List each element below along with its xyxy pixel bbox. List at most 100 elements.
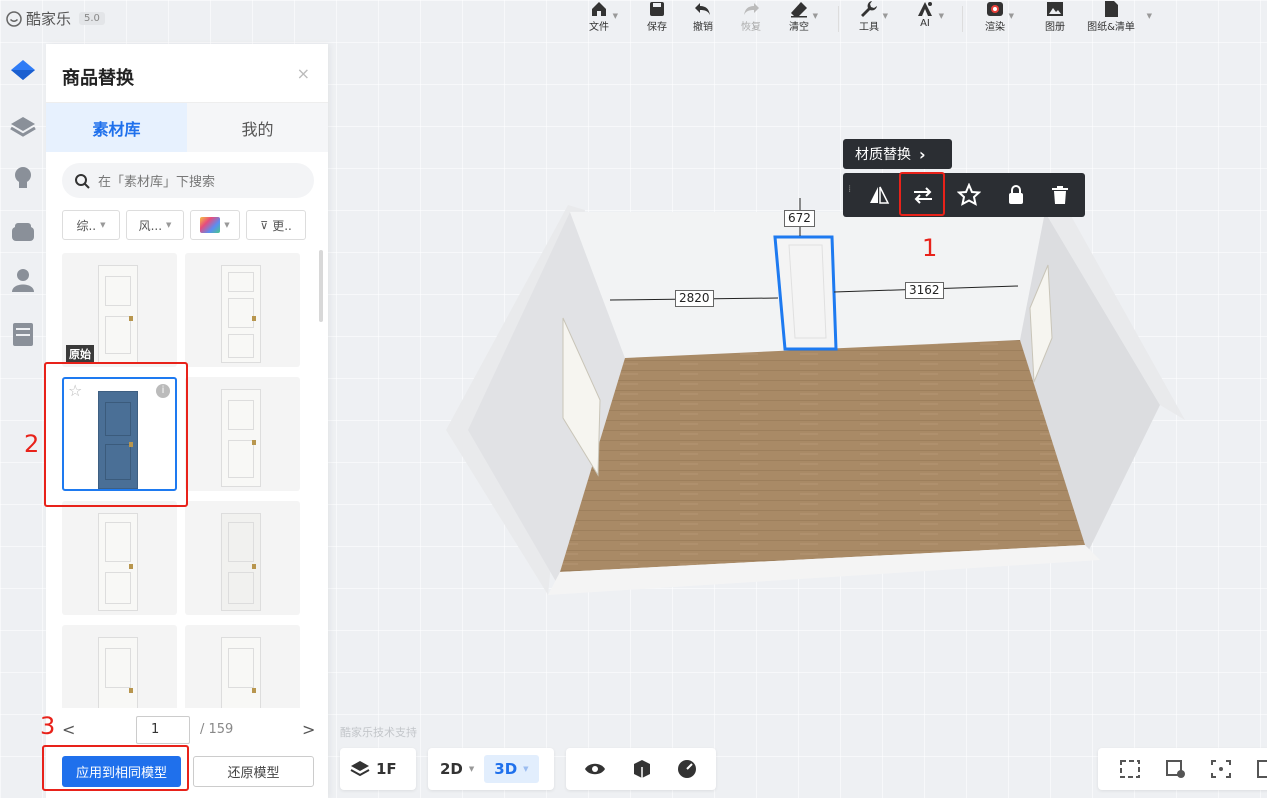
toolbar-redo[interactable]: 恢复: [726, 0, 776, 33]
page-number-input[interactable]: 1: [136, 716, 190, 744]
pagination: < 1 / 159 >: [62, 714, 315, 746]
cabinet-icon[interactable]: [9, 320, 37, 348]
door-thumbnail: [98, 637, 138, 708]
floor-button[interactable]: 1F: [340, 755, 407, 783]
filter-more[interactable]: ⊽ 更..: [246, 210, 306, 240]
toolbar-undo[interactable]: 撤销: [678, 0, 728, 33]
product-card[interactable]: [185, 501, 300, 615]
favorite-icon[interactable]: [956, 182, 982, 207]
toolbar-drawings[interactable]: 图纸&清单 ▼: [1078, 0, 1152, 33]
object-context-toolbar: ⁞: [843, 173, 1085, 217]
floorplan-icon[interactable]: [9, 56, 37, 84]
toolbar-file[interactable]: 文件 ▼: [574, 0, 624, 33]
delete-icon[interactable]: [1048, 183, 1072, 207]
toolbar-ai[interactable]: AI ▼: [900, 0, 950, 29]
home-icon: [592, 2, 606, 16]
view-2d-button[interactable]: 2D ▼: [430, 755, 484, 783]
filter-icon: ⊽: [260, 218, 269, 232]
panel-tabs: 素材库 我的: [46, 102, 328, 152]
context-title: 材质替换: [855, 147, 911, 163]
display-options: [566, 748, 716, 790]
door-thumbnail: [221, 513, 261, 611]
save-icon: [650, 2, 664, 16]
focus-icon[interactable]: [1209, 758, 1233, 780]
speed-gauge-icon[interactable]: [676, 758, 698, 780]
product-card[interactable]: [185, 253, 300, 367]
ai-icon: [918, 2, 932, 16]
prev-page-button[interactable]: <: [62, 720, 75, 739]
door-thumbnail: [221, 637, 261, 708]
annotation-number-3: 3: [40, 712, 56, 740]
chevron-down-icon: ▼: [468, 765, 475, 773]
toolbar-tools[interactable]: 工具 ▼: [844, 0, 894, 33]
selected-door: [773, 235, 838, 351]
tab-material-library[interactable]: 素材库: [46, 103, 187, 152]
grid-scrollbar[interactable]: [319, 250, 323, 322]
search-placeholder: 在「素材库」下搜索: [98, 175, 216, 190]
person-icon[interactable]: [9, 266, 37, 294]
door-thumbnail: [221, 265, 261, 363]
floor: [560, 340, 1085, 572]
dimension-left: 2820: [675, 290, 714, 307]
tab-mine[interactable]: 我的: [187, 103, 328, 152]
door-thumbnail: [221, 389, 261, 487]
album-icon: [1047, 2, 1063, 16]
toolbar-render[interactable]: 渲染 ▼: [970, 0, 1020, 33]
render-icon: [987, 2, 1003, 16]
zoom-fit-icon[interactable]: [1118, 758, 1142, 780]
light-icon[interactable]: [9, 164, 37, 192]
product-card[interactable]: [62, 501, 177, 615]
annotation-number-1: 1: [922, 234, 938, 262]
wrench-icon: [861, 1, 877, 17]
annotation-box-2: [44, 362, 188, 507]
chevron-down-icon: ▼: [224, 221, 230, 229]
panel-title: 商品替换: [62, 68, 134, 89]
app-name: 酷家乐: [26, 10, 72, 28]
furniture-icon[interactable]: [9, 218, 37, 246]
product-card[interactable]: [185, 625, 300, 708]
filter-row: 综.. ▼ 风... ▼ ▼ ⊽ 更..: [62, 210, 314, 240]
screenshot-icon[interactable]: [1255, 758, 1267, 780]
app-version: 5.0: [79, 12, 105, 25]
logo-icon: [6, 10, 22, 27]
search-input[interactable]: 在「素材库」下搜索: [62, 163, 314, 198]
door-thumbnail: [98, 513, 138, 611]
dimension-right: 3162: [905, 282, 944, 299]
toolbar-album[interactable]: 图册: [1030, 0, 1080, 33]
filter-style[interactable]: 风... ▼: [126, 210, 184, 240]
toolbar-separator: [838, 6, 839, 32]
dimension-top: 672: [784, 210, 815, 227]
mirror-icon[interactable]: [867, 183, 891, 207]
top-toolbar: 酷家乐 5.0 文件 ▼ 保存 撤销 恢复 清空 ▼ 工具 ▼ AI ▼ 渲染 ▼ 图册 …: [0, 0, 1267, 40]
product-card[interactable]: [185, 377, 300, 491]
product-card[interactable]: [62, 625, 177, 708]
document-icon: [1105, 1, 1118, 17]
toolbar-save[interactable]: 保存: [632, 0, 682, 33]
undo-icon: [695, 3, 710, 15]
chevron-down-icon: ▼: [100, 221, 106, 229]
annotation-box-3: [42, 745, 189, 791]
cube-icon[interactable]: [630, 758, 652, 780]
annotation-number-2: 2: [24, 430, 40, 458]
search-icon: [75, 173, 90, 189]
floor-selector: 1F: [340, 748, 416, 790]
next-page-button[interactable]: >: [302, 720, 315, 739]
eye-icon[interactable]: [584, 758, 606, 780]
filter-color[interactable]: ▼: [190, 210, 240, 240]
app-logo: 酷家乐 5.0: [6, 8, 105, 29]
material-replace-menu[interactable]: 材质替换 ›: [843, 139, 952, 169]
left-sidebar: [0, 44, 46, 798]
layers-icon[interactable]: [9, 112, 37, 140]
layers-icon: [350, 761, 370, 777]
watermark: 酷家乐技术支持: [340, 726, 417, 739]
restore-model-button[interactable]: 还原模型: [193, 756, 314, 787]
lock-icon[interactable]: [1004, 183, 1028, 207]
close-icon[interactable]: ×: [297, 64, 310, 83]
drag-handle-icon[interactable]: ⁞: [848, 185, 851, 195]
filter-category[interactable]: 综.. ▼: [62, 210, 120, 240]
toolbar-clear[interactable]: 清空 ▼: [774, 0, 824, 33]
page-total: / 159: [200, 722, 234, 737]
view-3d-button[interactable]: 3D ▼: [484, 755, 539, 783]
view-settings-icon[interactable]: [1164, 758, 1188, 780]
door-thumbnail: [98, 265, 138, 363]
